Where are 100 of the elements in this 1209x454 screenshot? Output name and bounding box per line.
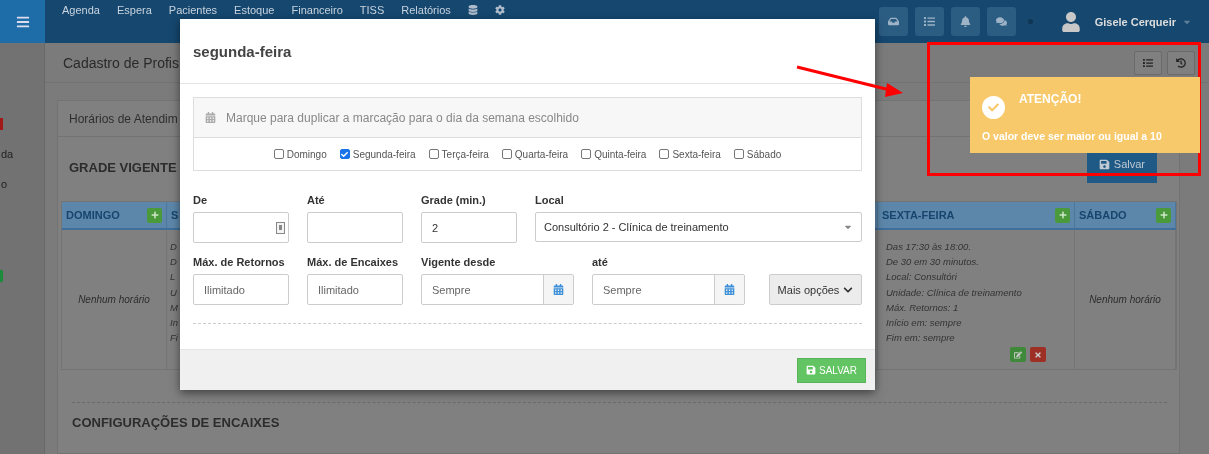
field-label: Máx. de Encaixes	[307, 256, 400, 268]
user-name[interactable]: Gisele Cerqueir	[1094, 15, 1176, 28]
more-options-button[interactable]: Mais opções	[769, 274, 862, 305]
delete-button[interactable]	[1030, 347, 1046, 363]
bell-icon	[959, 16, 971, 27]
checkbox[interactable]	[501, 149, 512, 159]
edit-icon	[1014, 350, 1022, 359]
toast-message: O valor deve ser maior ou igual a 10	[981, 129, 1162, 144]
checkbox-label[interactable]: Quarta-feira	[514, 148, 569, 160]
calendar-icon	[724, 284, 735, 295]
history-button[interactable]	[1167, 50, 1195, 75]
checkbox-label[interactable]: Quinta-feira	[594, 148, 647, 160]
checkbox[interactable]	[581, 149, 592, 159]
list-view-button[interactable]	[1134, 50, 1162, 75]
checkbox-label[interactable]: Terça-feira	[441, 148, 489, 160]
date-field[interactable]: Sempre	[592, 274, 745, 305]
duplicate-hint: Marque para duplicar a marcação para o dia da semana escolhido	[226, 110, 579, 125]
add-button[interactable]	[147, 207, 162, 223]
sidebar-item[interactable]: o	[1, 178, 44, 190]
sidebar-item[interactable]: da	[1, 148, 44, 160]
chevron-down-icon	[843, 284, 854, 295]
schedule-line: Máx. Retornos: 1	[886, 300, 959, 315]
clock-icon	[276, 222, 285, 234]
nav-link[interactable]: Estoque	[234, 4, 275, 16]
calendar-icon	[205, 112, 216, 123]
menu-button[interactable]	[0, 0, 45, 43]
empty-text: Nenhum horário	[1088, 294, 1162, 305]
nav-link[interactable]: Agenda	[62, 4, 100, 16]
add-button[interactable]	[1156, 207, 1171, 223]
checkbox[interactable]	[339, 149, 350, 159]
page-title: Cadastro de Profis	[63, 54, 180, 71]
plus-icon	[1058, 211, 1067, 219]
field-label: De	[193, 194, 209, 206]
save-icon	[806, 365, 816, 375]
schedule-line: U	[170, 285, 177, 300]
input-field[interactable]: Ilimitado	[193, 274, 289, 305]
chat-icon	[995, 16, 1007, 27]
edit-button[interactable]	[1010, 347, 1026, 363]
toast-title: ATENÇÃO!	[1019, 92, 1083, 106]
plus-icon	[150, 211, 159, 219]
schedule-line: M	[170, 300, 178, 315]
nav-link[interactable]: TISS	[359, 4, 385, 16]
list-button[interactable]	[914, 7, 944, 36]
avatar-icon	[1060, 11, 1081, 32]
section-title: GRADE VIGENTE	[69, 159, 177, 175]
column-title: DOMINGO	[66, 209, 120, 221]
status-dot	[1027, 19, 1033, 24]
calendar-icon	[553, 284, 564, 295]
database-icon[interactable]	[467, 5, 478, 15]
close-icon	[1034, 350, 1042, 359]
schedule-line: Início em: sempre	[886, 316, 962, 330]
column-title: S	[171, 209, 179, 221]
select-field[interactable]: Consultório 2 - Clínica de treinamento	[535, 212, 862, 242]
checkbox-label[interactable]: Sábado	[746, 148, 782, 160]
check-icon	[982, 96, 1005, 119]
add-button[interactable]	[1055, 207, 1070, 223]
schedule-line: Unidade: Clínica de treinamento	[886, 285, 1022, 300]
date-field[interactable]: Sempre	[421, 274, 574, 305]
nav-link[interactable]: Espera	[116, 4, 152, 16]
schedule-line: L	[170, 270, 176, 285]
checkbox-label[interactable]: Domingo	[286, 148, 327, 160]
modal-title: segunda-feira	[193, 42, 292, 60]
empty-text: Nenhum horário	[77, 294, 151, 305]
schedule-line: Local: Consultóri	[886, 270, 957, 285]
nav-link[interactable]: Relatórios	[401, 4, 451, 16]
nav-link[interactable]: Financeiro	[291, 4, 343, 16]
schedule-line: Fi	[170, 331, 178, 346]
section-title: CONFIGURAÇÕES DE ENCAIXES	[72, 415, 280, 430]
panel-title: Horários de Atendim	[69, 111, 178, 126]
chat-button[interactable]	[986, 7, 1016, 36]
plus-icon	[1159, 211, 1168, 219]
settings-icon[interactable]	[494, 5, 505, 15]
checkbox-label[interactable]: Segunda-feira	[352, 148, 416, 160]
input-field[interactable]	[307, 212, 403, 243]
time-input[interactable]	[193, 212, 289, 243]
checkbox[interactable]	[659, 149, 670, 159]
menu-icon	[15, 14, 30, 29]
checkbox[interactable]	[273, 149, 284, 159]
column-title: SÁBADO	[1079, 209, 1127, 221]
field-label: até	[592, 256, 609, 268]
checkbox-label[interactable]: Sexta-feira	[672, 148, 721, 160]
input-field[interactable]: Ilimitado	[307, 274, 403, 305]
schedule-line: Das 17:30 às 18:00.	[886, 240, 972, 254]
schedule-line: In	[170, 316, 178, 330]
field-label: Até	[307, 194, 326, 206]
inbox-icon	[887, 16, 899, 27]
schedule-line: D	[170, 240, 177, 254]
checkbox[interactable]	[428, 149, 439, 159]
list-icon	[1143, 57, 1153, 68]
checkbox[interactable]	[733, 149, 744, 159]
inbox-button[interactable]	[878, 7, 908, 36]
history-icon	[1176, 57, 1186, 68]
save-icon	[1098, 158, 1110, 170]
list-icon	[923, 16, 935, 27]
column-title: SEXTA-FEIRA	[882, 209, 955, 221]
schedule-line: D	[170, 255, 177, 270]
nav-link[interactable]: Pacientes	[168, 4, 218, 16]
input-field[interactable]: 2	[421, 212, 517, 243]
field-label: Local	[535, 194, 565, 206]
bell-button[interactable]	[950, 7, 980, 36]
